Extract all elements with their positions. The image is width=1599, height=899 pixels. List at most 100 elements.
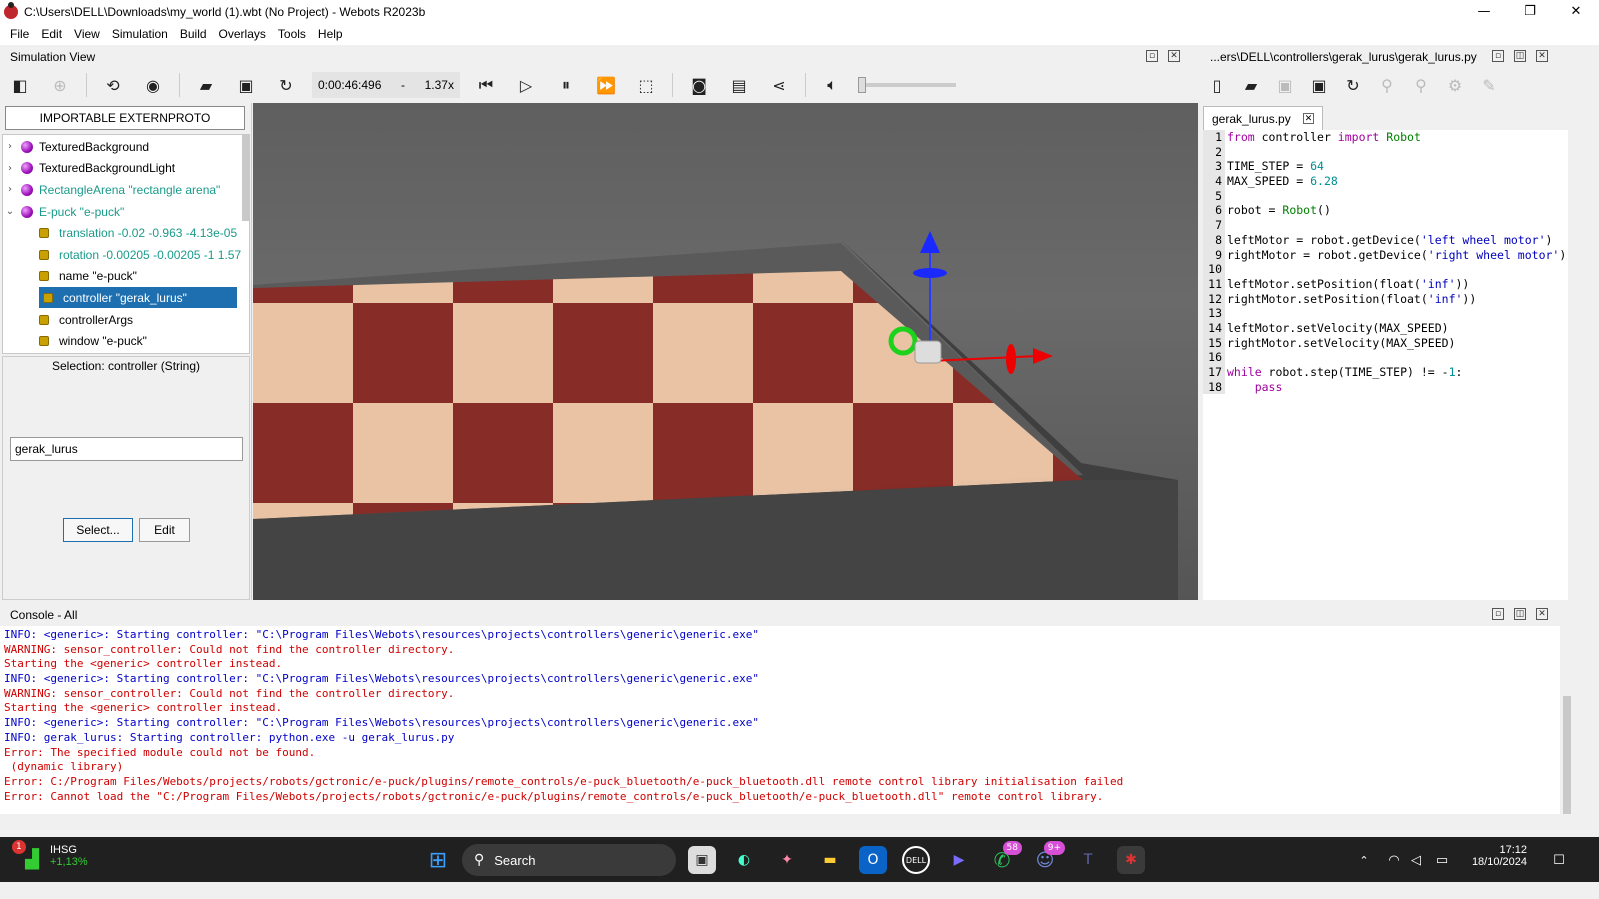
tree-node-textured-background-light[interactable]: › TexturedBackgroundLight: [3, 158, 249, 180]
save-world-icon[interactable]: ▣: [233, 72, 259, 98]
expand-arrow-icon[interactable]: ›: [3, 141, 17, 152]
tree-field-controller[interactable]: controller "gerak_lurus": [3, 287, 249, 309]
code-line[interactable]: 18 pass: [1203, 379, 1568, 395]
tab-close-icon[interactable]: ✕: [1303, 113, 1314, 124]
close-panel-icon[interactable]: ✕: [1536, 608, 1548, 620]
collapse-arrow-icon[interactable]: ⌄: [3, 206, 17, 217]
new-file-icon[interactable]: ▯: [1204, 72, 1230, 98]
copilot-icon[interactable]: ✦: [773, 846, 801, 874]
close-panel-icon[interactable]: ✕: [1536, 50, 1548, 62]
code-line[interactable]: 5: [1203, 188, 1568, 204]
reload-world-icon[interactable]: ↻: [273, 72, 299, 98]
reset-simulation-icon[interactable]: ⏮: [473, 72, 499, 98]
code-line[interactable]: 3 TIME_STEP = 64: [1203, 159, 1568, 175]
scene-tree-scrollbar[interactable]: [242, 135, 250, 221]
pause-icon[interactable]: ⏸: [553, 72, 579, 98]
save-as-icon[interactable]: ▣: [1306, 72, 1332, 98]
float-panel-icon[interactable]: ▫: [1492, 50, 1504, 62]
menu-tools[interactable]: Tools: [272, 27, 312, 41]
volume-icon[interactable]: ◁: [1402, 846, 1430, 874]
open-file-icon[interactable]: ▰: [1238, 72, 1264, 98]
tree-field-controller-args[interactable]: controllerArgs: [3, 309, 249, 331]
share-icon[interactable]: ⋖: [766, 72, 792, 98]
menu-overlays[interactable]: Overlays: [213, 27, 272, 41]
screenshot-icon[interactable]: ◙: [686, 72, 712, 98]
file-explorer-icon[interactable]: ▬: [816, 846, 844, 874]
code-line[interactable]: 12 rightMotor.setPosition(float('inf')): [1203, 291, 1568, 307]
media-player-icon[interactable]: ▶: [945, 846, 973, 874]
windows-start-icon[interactable]: ⊞: [424, 846, 452, 874]
code-line[interactable]: 13: [1203, 306, 1568, 321]
edit-button[interactable]: Edit: [139, 518, 190, 542]
teams-icon[interactable]: T: [1074, 846, 1102, 874]
save-file-icon[interactable]: ▣: [1272, 72, 1298, 98]
record-movie-icon[interactable]: ▤: [726, 72, 752, 98]
task-view-icon[interactable]: ▣: [688, 846, 716, 874]
minimize-button[interactable]: —: [1461, 0, 1507, 23]
code-line[interactable]: 14 leftMotor.setVelocity(MAX_SPEED): [1203, 320, 1568, 336]
replace-icon[interactable]: ⚲: [1408, 72, 1434, 98]
clean-icon[interactable]: ✎: [1476, 72, 1502, 98]
code-line[interactable]: 11 leftMotor.setPosition(float('inf')): [1203, 276, 1568, 292]
notifications-icon[interactable]: ☐: [1545, 846, 1573, 874]
maximize-button[interactable]: ❐: [1507, 0, 1553, 23]
menu-file[interactable]: File: [4, 27, 35, 41]
controller-value-input[interactable]: gerak_lurus: [10, 437, 243, 461]
mute-icon[interactable]: 🔈︎: [819, 72, 845, 98]
e-puck-robot[interactable]: [914, 340, 942, 364]
code-line[interactable]: 9 rightMotor = robot.getDevice('right whe…: [1203, 247, 1568, 263]
float-panel-icon[interactable]: ▫: [1146, 50, 1158, 62]
tree-field-translation[interactable]: translation -0.02 -0.963 -4.13e-05: [3, 222, 249, 244]
z-axis-arrow-icon[interactable]: [920, 231, 940, 253]
find-icon[interactable]: ⚲: [1374, 72, 1400, 98]
outlook-icon[interactable]: O: [859, 846, 887, 874]
code-line[interactable]: 16: [1203, 350, 1568, 365]
console-scrollbar-track[interactable]: [1560, 626, 1599, 814]
show-hidden-icons-icon[interactable]: ⌃: [1350, 846, 1378, 874]
volume-slider[interactable]: [858, 77, 956, 93]
code-line[interactable]: 8 leftMotor = robot.getDevice('left wheel…: [1203, 232, 1568, 248]
revert-icon[interactable]: ↻: [1340, 72, 1366, 98]
code-line[interactable]: 2: [1203, 144, 1568, 160]
taskbar-search-box[interactable]: ⚲ Search: [462, 844, 676, 876]
taskbar-clock[interactable]: 17:12 18/10/2024: [1465, 844, 1527, 868]
menu-simulation[interactable]: Simulation: [106, 27, 174, 41]
tree-node-textured-background[interactable]: › TexturedBackground: [3, 136, 249, 158]
webots-taskbar-icon[interactable]: ✱: [1117, 846, 1145, 874]
fast-forward-icon[interactable]: ⏩: [593, 72, 619, 98]
code-line[interactable]: 15 rightMotor.setVelocity(MAX_SPEED): [1203, 335, 1568, 351]
menu-edit[interactable]: Edit: [35, 27, 68, 41]
importable-externproto-button[interactable]: IMPORTABLE EXTERNPROTO: [5, 106, 245, 130]
console-scrollbar-thumb[interactable]: [1563, 696, 1571, 814]
stock-chart-icon[interactable]: ▟ 1: [12, 840, 46, 873]
console-output[interactable]: INFO: <generic>: Starting controller: "C…: [0, 626, 1560, 814]
stock-widget[interactable]: IHSG +1,13%: [50, 844, 88, 868]
code-line[interactable]: 6 robot = Robot(): [1203, 203, 1568, 219]
tree-field-name[interactable]: name "e-puck": [3, 266, 249, 288]
discord-icon[interactable]: ☺ 9+: [1031, 841, 1065, 874]
menu-help[interactable]: Help: [312, 27, 349, 41]
code-line[interactable]: 10: [1203, 262, 1568, 277]
code-line[interactable]: 4 MAX_SPEED = 6.28: [1203, 174, 1568, 189]
add-node-icon[interactable]: ⊕: [47, 72, 73, 98]
tree-node-rectangle-arena[interactable]: › RectangleArena "rectangle arena": [3, 179, 249, 201]
tree-node-e-puck[interactable]: ⌄ E-puck "e-puck": [3, 201, 249, 223]
battery-icon[interactable]: ▭: [1428, 846, 1456, 874]
expand-arrow-icon[interactable]: ›: [3, 163, 17, 174]
close-panel-icon[interactable]: ✕: [1168, 50, 1180, 62]
3d-viewport[interactable]: [253, 103, 1198, 600]
step-icon[interactable]: ▷: [513, 72, 539, 98]
select-button[interactable]: Select...: [63, 518, 133, 542]
dell-icon[interactable]: DELL: [902, 846, 930, 874]
z-rotate-handle[interactable]: [913, 268, 947, 278]
code-line[interactable]: 1 from controller import Robot: [1203, 130, 1568, 145]
code-editor[interactable]: 1 from controller import Robot 2 3 TIME_STEP…: [1203, 130, 1568, 600]
edge-icon[interactable]: ◐: [730, 846, 758, 874]
restore-viewpoint-icon[interactable]: ⟲: [100, 72, 126, 98]
eye-icon[interactable]: ◉: [140, 72, 166, 98]
code-line[interactable]: 7: [1203, 218, 1568, 233]
x-rotate-handle[interactable]: [1006, 344, 1016, 374]
float-panel-icon[interactable]: ▫: [1492, 608, 1504, 620]
rendering-icon[interactable]: ⬚: [633, 72, 659, 98]
toggle-scene-tree-icon[interactable]: ◧: [7, 72, 33, 98]
